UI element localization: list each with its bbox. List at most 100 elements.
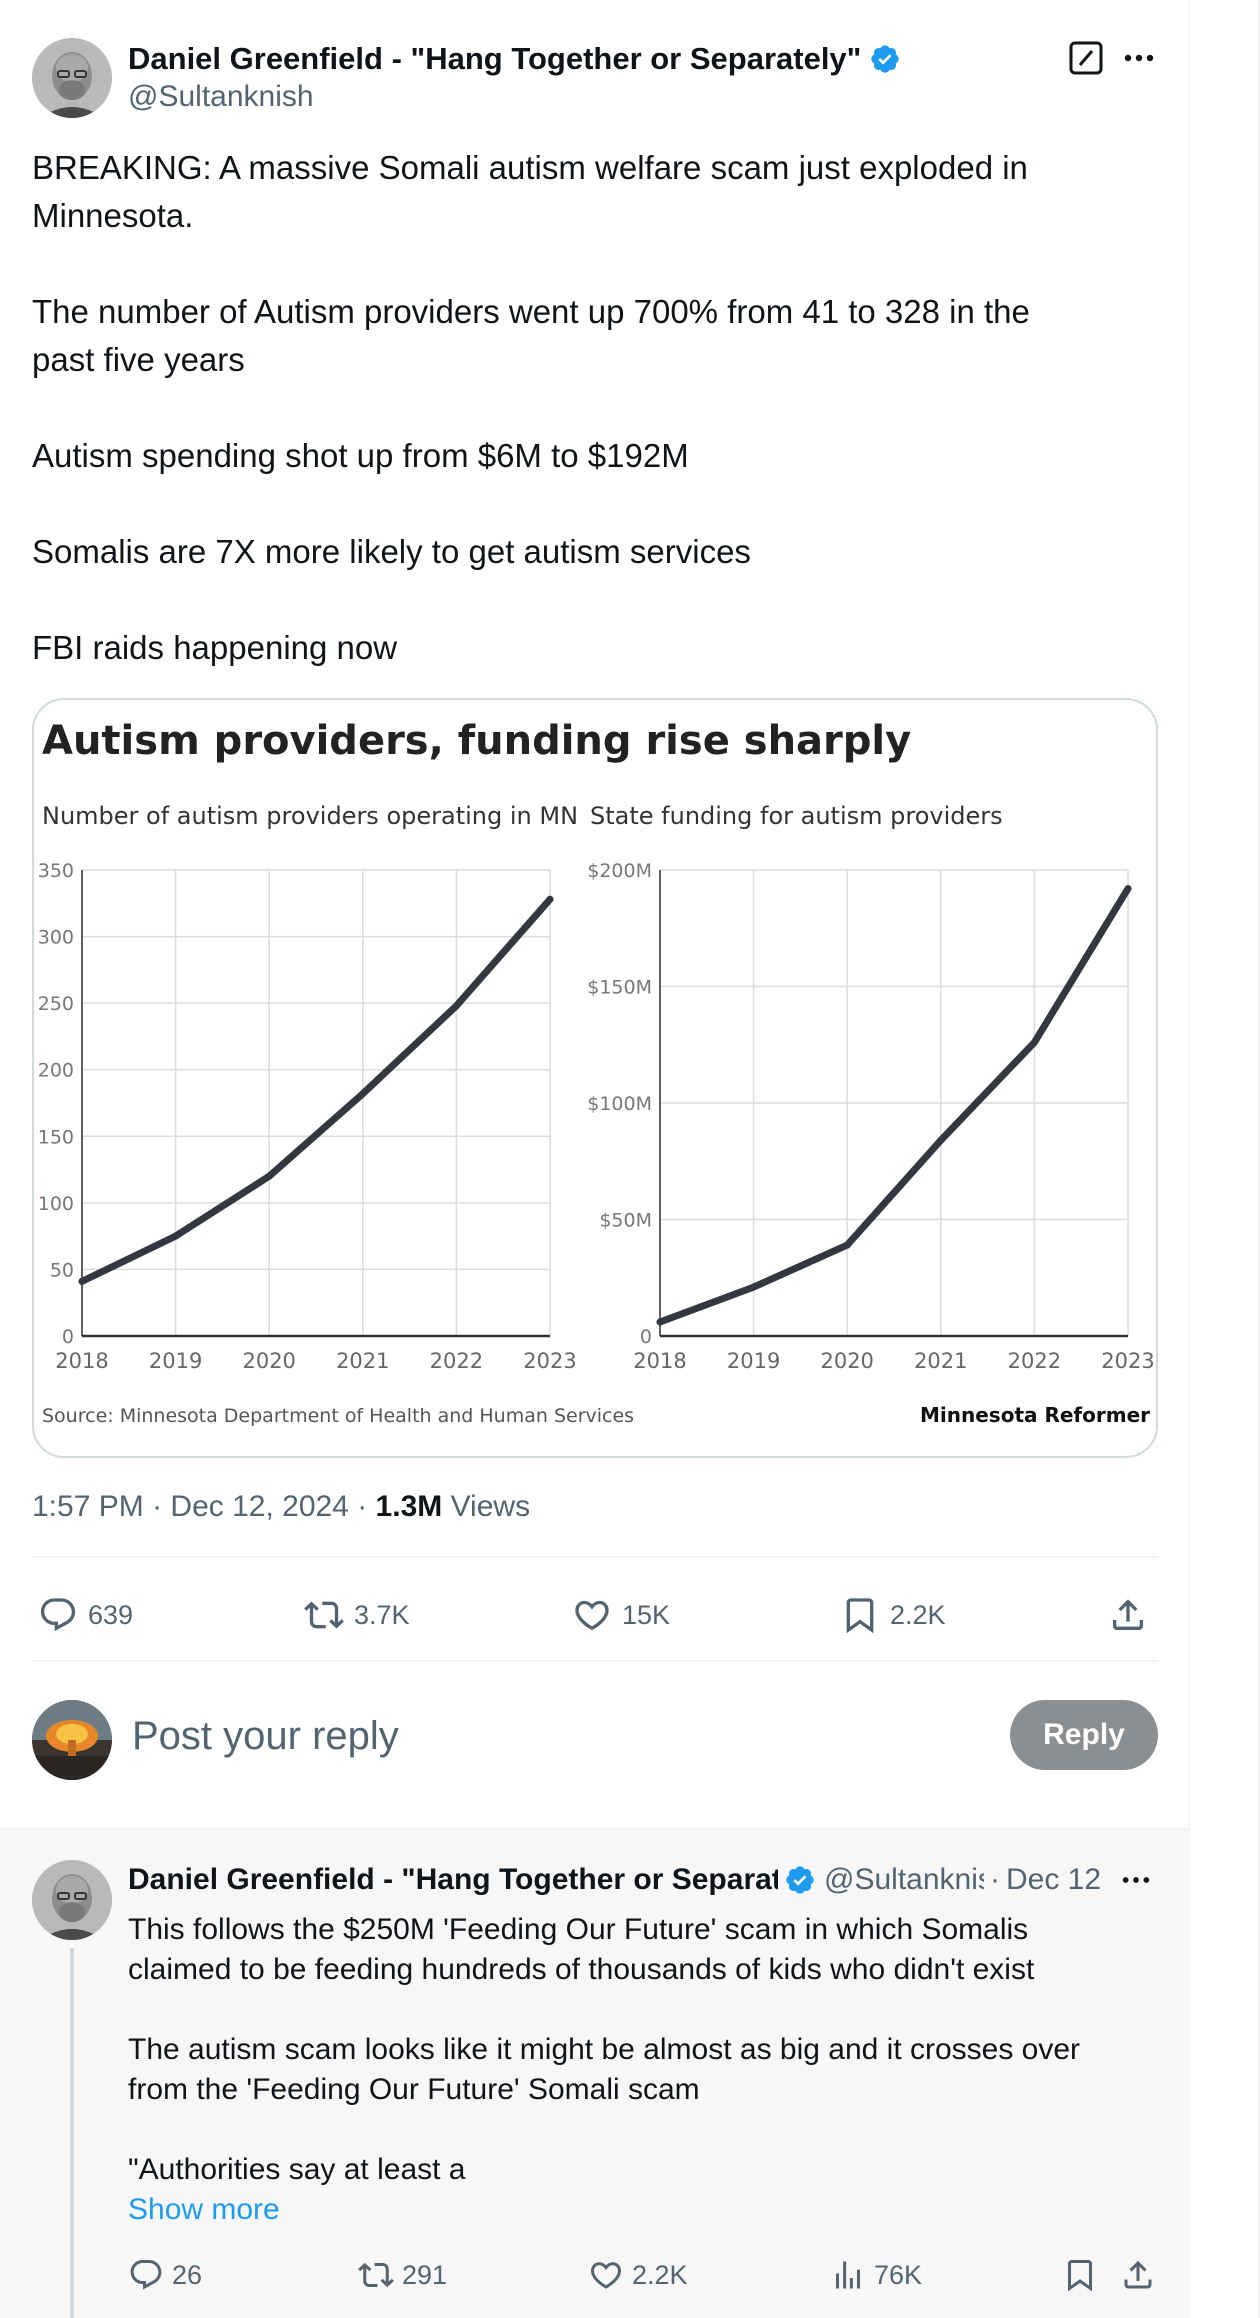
show-more-link[interactable]: Show more bbox=[128, 2190, 1158, 2230]
y-tick-label: 250 bbox=[38, 993, 74, 1015]
bookmark-action[interactable] bbox=[1062, 2250, 1106, 2300]
views-count: 76K bbox=[874, 2259, 923, 2290]
chart-subtitle-funding: State funding for autism providers bbox=[590, 802, 1003, 830]
more-options-icon[interactable] bbox=[1122, 44, 1156, 72]
repost-action[interactable]: 3.7K bbox=[304, 1582, 410, 1648]
series-line bbox=[78, 895, 554, 1285]
tweet-line: Minnesota. bbox=[32, 197, 194, 234]
reply-icon bbox=[130, 2260, 162, 2290]
data-point bbox=[937, 1136, 945, 1144]
y-tick-label: $50M bbox=[599, 1210, 652, 1232]
reply-line: The autism scam looks like it might be a… bbox=[128, 2033, 1081, 2066]
chart-subtitle-providers: Number of autism providers operating in … bbox=[42, 802, 578, 830]
share-icon bbox=[1113, 1599, 1143, 1630]
y-tick-label: 100 bbox=[38, 1193, 74, 1215]
chart-image[interactable]: Autism providers, funding rise sharply N… bbox=[32, 698, 1158, 1458]
author-name[interactable]: Daniel Greenfield - "Hang Together or Se… bbox=[128, 41, 861, 77]
tweet-actions: 639 3.7K 15K 2.2K bbox=[32, 1582, 1158, 1648]
reply-date[interactable]: Dec 12 bbox=[1006, 1863, 1101, 1897]
tweet-line: FBI raids happening now bbox=[32, 629, 398, 666]
like-count: 15K bbox=[622, 1599, 671, 1630]
user-avatar[interactable] bbox=[32, 1700, 112, 1780]
y-tick-label: $150M bbox=[587, 977, 652, 999]
grok-icon[interactable] bbox=[1068, 40, 1104, 76]
heart-icon bbox=[575, 1600, 609, 1631]
reply-actions: 26 291 2.2K 76K bbox=[128, 2250, 1158, 2300]
reply-author-name[interactable]: Daniel Greenfield - "Hang Together or Se… bbox=[128, 1863, 778, 1897]
reply-author-avatar[interactable] bbox=[32, 1860, 112, 1940]
reply-line: "Authorities say at least a bbox=[128, 2153, 466, 2186]
data-point bbox=[78, 1277, 86, 1285]
reply-text: This follows the $250M 'Feeding Our Futu… bbox=[128, 1910, 1158, 2230]
repost-icon bbox=[358, 2262, 394, 2288]
reply-action[interactable]: 639 bbox=[38, 1582, 133, 1648]
like-action[interactable]: 2.2K bbox=[588, 2250, 688, 2300]
y-tick-label: 300 bbox=[38, 927, 74, 949]
reply-composer: Post your reply Reply bbox=[32, 1700, 1158, 1780]
data-point bbox=[750, 1283, 758, 1291]
main-column: Daniel Greenfield - "Hang Together or Se… bbox=[0, 0, 1190, 2318]
x-tick-label: 2018 bbox=[55, 1349, 108, 1373]
data-point bbox=[1124, 885, 1132, 893]
share-action[interactable] bbox=[1108, 1582, 1158, 1648]
verified-badge-icon bbox=[786, 1866, 814, 1894]
share-action[interactable] bbox=[1120, 2250, 1164, 2300]
author-handle[interactable]: @Sultanknish bbox=[128, 80, 314, 114]
views-action[interactable]: 76K bbox=[830, 2250, 922, 2300]
reply-author-handle[interactable]: @Sultanknish bbox=[824, 1863, 984, 1897]
author-avatar[interactable] bbox=[32, 38, 112, 118]
author-name-row[interactable]: Daniel Greenfield - "Hang Together or Se… bbox=[128, 38, 901, 80]
more-options-icon[interactable] bbox=[1120, 1866, 1152, 1894]
bookmark-action[interactable]: 2.2K bbox=[840, 1582, 946, 1648]
data-point bbox=[1030, 1038, 1038, 1046]
chart-source: Source: Minnesota Department of Health a… bbox=[42, 1405, 634, 1427]
bookmark-count: 2.2K bbox=[890, 1599, 946, 1630]
y-tick-label: 50 bbox=[50, 1259, 74, 1281]
tweet-text: BREAKING: A massive Somali autism welfar… bbox=[32, 144, 1162, 672]
data-point bbox=[359, 1090, 367, 1098]
x-tick-label: 2022 bbox=[430, 1349, 483, 1373]
tweet-time[interactable]: 1:57 PM bbox=[32, 1490, 144, 1523]
reply-line: from the 'Feeding Our Future' Somali sca… bbox=[128, 2073, 700, 2106]
y-tick-label: 0 bbox=[62, 1326, 74, 1348]
y-tick-label: 150 bbox=[38, 1126, 74, 1148]
verified-badge-icon bbox=[871, 45, 900, 73]
reply-tweet[interactable]: Daniel Greenfield - "Hang Together or Se… bbox=[0, 1828, 1190, 2318]
views-label: Views bbox=[450, 1490, 531, 1523]
tweet-line: past five years bbox=[32, 341, 245, 378]
repost-count: 3.7K bbox=[354, 1599, 410, 1630]
tweet-date[interactable]: Dec 12, 2024 bbox=[170, 1490, 348, 1523]
reply-icon bbox=[40, 1598, 76, 1632]
tweet-meta: 1:57 PM · Dec 12, 2024 · 1.3M Views bbox=[32, 1490, 531, 1523]
x-tick-label: 2019 bbox=[149, 1349, 202, 1373]
x-tick-label: 2023 bbox=[523, 1349, 576, 1373]
reply-action[interactable]: 26 bbox=[128, 2250, 202, 2300]
x-tick-label: 2021 bbox=[336, 1349, 389, 1373]
reply-line: claimed to be feeding hundreds of thousa… bbox=[128, 1953, 1035, 1986]
x-tick-label: 2020 bbox=[242, 1349, 295, 1373]
data-point bbox=[546, 895, 554, 903]
repost-count: 291 bbox=[402, 2259, 448, 2290]
right-sidebar-edge bbox=[1190, 0, 1260, 2318]
series-line bbox=[656, 885, 1132, 1326]
data-point bbox=[265, 1172, 273, 1180]
x-tick-label: 2020 bbox=[820, 1349, 873, 1373]
providers-chart: 0 50 100 150 200 250 300 350 2018 2019 2020 2021 202… bbox=[38, 860, 577, 1373]
views-count: 1.3M bbox=[375, 1490, 443, 1523]
reply-input[interactable]: Post your reply bbox=[132, 1714, 399, 1759]
x-tick-label: 2021 bbox=[914, 1349, 967, 1373]
chart-svg: Autism providers, funding rise sharply N… bbox=[38, 718, 1155, 1427]
reply-button[interactable]: Reply bbox=[1010, 1700, 1158, 1770]
reply-count: 26 bbox=[172, 2259, 203, 2290]
divider bbox=[32, 1660, 1158, 1662]
like-action[interactable]: 15K bbox=[572, 1582, 670, 1648]
x-tick-label: 2019 bbox=[727, 1349, 780, 1373]
divider bbox=[32, 1556, 1158, 1558]
y-tick-label: 0 bbox=[640, 1326, 652, 1348]
tweet-line: BREAKING: A massive Somali autism welfar… bbox=[32, 149, 1028, 186]
data-point bbox=[656, 1318, 664, 1326]
repost-action[interactable]: 291 bbox=[358, 2250, 447, 2300]
tweet-line: Somalis are 7X more likely to get autism… bbox=[32, 533, 751, 570]
data-point bbox=[452, 1002, 460, 1010]
bookmark-icon bbox=[1068, 2260, 1092, 2292]
